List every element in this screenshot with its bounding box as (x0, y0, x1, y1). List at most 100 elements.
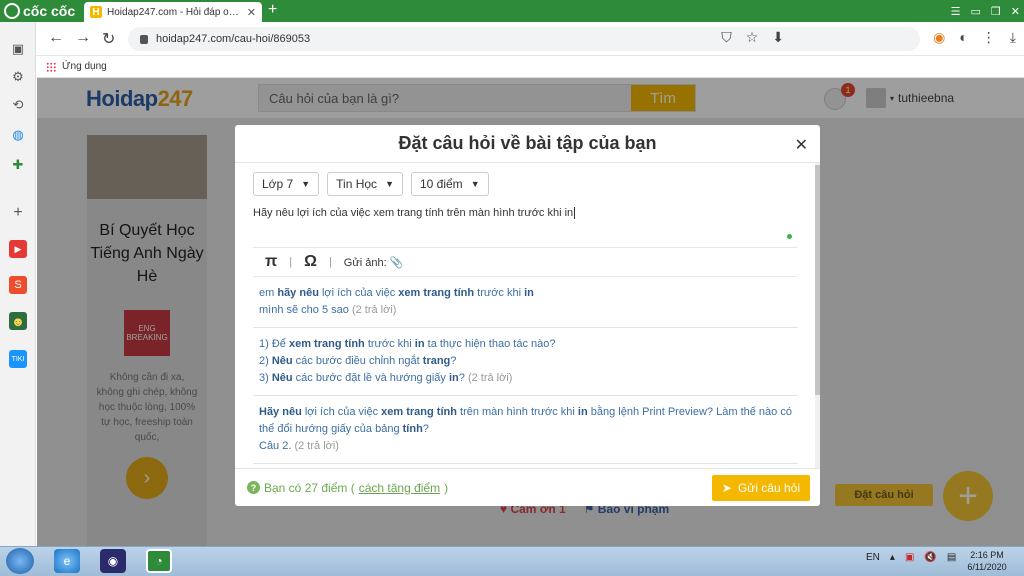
suggestion-text: Câu 2. (259, 440, 295, 452)
suggestion-text: tính (402, 423, 423, 435)
status-dot (787, 234, 792, 239)
suggestion-text: ? (450, 355, 457, 367)
bookmark-apps[interactable]: Ứng dụng (62, 61, 107, 72)
youtube-icon[interactable]: ▶ (9, 240, 27, 258)
reload-icon[interactable]: ↻ (102, 29, 115, 49)
clock[interactable]: 2:16 PM 6/11/2020 (962, 549, 1012, 573)
list-item[interactable]: em hãy nêu lợi ích của việc xem trang tí… (253, 277, 798, 328)
question-input[interactable]: Hãy nêu lợi ích của việc xem trang tính … (253, 207, 576, 220)
suggestion-text: in (524, 287, 534, 299)
suggestion-text: in (414, 338, 425, 350)
suggestion-text: các bước đặt lề và hướng giấy (292, 372, 449, 384)
suggestion-text: mình sẽ cho 5 sao (259, 304, 352, 316)
ask-question-modal: Đặt câu hỏi về bài tập của bạn ✕ Lớp 7 ▼ … (235, 125, 820, 506)
suggestion-text: xem trang tính (381, 406, 457, 418)
earn-points-link[interactable]: cách tăng điểm (359, 481, 440, 495)
more-menu-icon[interactable]: ⋮ (982, 29, 996, 46)
list-item[interactable]: 1) Để xem trang tính trước khi in ta thự… (253, 328, 798, 396)
settings-icon[interactable]: ⚙ (9, 68, 27, 86)
suggestion-text: ta thực hiện thao tác nào? (424, 338, 556, 350)
restore-icon[interactable]: ❐ (991, 5, 1001, 18)
scrollbar-thumb[interactable] (815, 165, 820, 395)
modal-title: Đặt câu hỏi về bài tập của bạn (235, 125, 820, 163)
downloads-icon[interactable]: ⤓ (1010, 29, 1016, 46)
paperclip-icon: 📎 (389, 256, 404, 269)
history-icon[interactable]: ⟲ (9, 96, 27, 114)
gamepad-icon[interactable]: ✚ (9, 156, 27, 174)
bookmarks-bar: Ứng dụng (0, 56, 1024, 78)
suggestion-text: em (259, 287, 278, 299)
send-question-button[interactable]: ➤ Gửi câu hỏi (711, 475, 810, 501)
attach-image-button[interactable]: Gửi ảnh: 📎 (344, 256, 404, 269)
new-tab-button[interactable]: + (268, 1, 277, 19)
editor-toolbar: π | Ω | Gửi ảnh: 📎 (253, 247, 798, 277)
suggestion-text: trước khi (364, 338, 415, 350)
suggestion-text: 2) (259, 355, 272, 367)
address-bar[interactable]: hoidap247.com/cau-hoi/869053 (128, 27, 920, 51)
extension-icon[interactable]: ◉ (933, 29, 945, 46)
list-item[interactable]: Hãy nêu lợi ích của việc xem trang tính … (253, 396, 798, 464)
attach-label: Gửi ảnh: (343, 256, 387, 269)
volume-icon[interactable]: 🔇 (924, 552, 936, 563)
window-controls: ☰ ▭ ❐ ✕ (951, 0, 1020, 22)
tiki-icon[interactable]: TIKI (9, 350, 27, 368)
close-icon[interactable]: ✕ (795, 135, 808, 155)
suggestion-text: Nêu (271, 355, 293, 367)
tray-chevron-icon[interactable]: ▴ (890, 552, 895, 563)
network-icon[interactable]: ▤ (947, 552, 956, 563)
suggestion-text: lợi ích của việc (301, 406, 382, 418)
subject-select[interactable]: Tin Học ▼ (327, 172, 403, 196)
shield-icon[interactable]: ⛉ (721, 29, 732, 46)
ie-icon[interactable]: e (54, 549, 80, 573)
modal-footer: ? Bạn có 27 điểm (cách tăng điểm) ➤ Gửi c… (235, 468, 820, 506)
suggestion-text: trước khi (474, 287, 525, 299)
send-icon: ➤ (721, 481, 732, 495)
start-button-icon[interactable] (6, 548, 34, 574)
apps-grid-icon[interactable] (46, 61, 56, 72)
minimize-icon[interactable]: ▭ (971, 5, 981, 18)
answer-count: (2 trả lời) (351, 304, 397, 316)
browser-brand[interactable]: cốc cốc (0, 0, 82, 22)
lock-icon (140, 34, 148, 44)
suggestion-text: trên màn hình trước khi (456, 406, 578, 418)
omega-icon[interactable]: Ω (304, 253, 317, 271)
question-options: Lớp 7 ▼ Tin Học ▼ 10 điểm ▼ (253, 172, 489, 196)
divider: | (328, 256, 332, 268)
game-app-icon[interactable]: ☻ (9, 312, 27, 330)
tab-hoidap247[interactable]: H Hoidap247.com - Hỏi đáp online n ✕ (84, 2, 262, 22)
download-page-icon[interactable]: ⬇ (772, 29, 784, 46)
forward-icon[interactable]: → (75, 29, 91, 47)
shopee-icon[interactable]: S (9, 276, 27, 294)
app-icon[interactable]: ◉ (100, 549, 126, 573)
sidebar-panel-icon[interactable]: ▣ (9, 40, 27, 58)
grade-value: Lớp 7 (262, 177, 294, 191)
add-sidebar-icon[interactable]: + (9, 204, 27, 222)
points-info: ? Bạn có 27 điểm (cách tăng điểm) (247, 481, 448, 495)
points-suffix: ) (444, 480, 449, 495)
answer-count: (2 trả lời) (294, 440, 339, 452)
coccoc-taskbar-icon[interactable]: ◔ (146, 549, 172, 573)
points-select[interactable]: 10 điểm ▼ (410, 172, 489, 196)
menu-icon[interactable]: ☰ (951, 5, 961, 18)
grade-select[interactable]: Lớp 7 ▼ (253, 172, 320, 196)
divider: | (289, 256, 293, 268)
hoidap-favicon-icon: H (90, 6, 102, 18)
tab-close-icon[interactable]: ✕ (247, 6, 256, 19)
back-icon[interactable]: ← (48, 29, 64, 47)
chevron-down-icon: ▼ (470, 179, 480, 189)
suggestion-text: 3) (259, 372, 272, 384)
math-pi-icon[interactable]: π (265, 253, 277, 271)
send-label: Gửi câu hỏi (737, 481, 800, 495)
language-indicator[interactable]: EN (866, 552, 880, 563)
bookmark-star-icon[interactable]: ☆ (746, 29, 759, 46)
suggestion-text: xem trang tính (288, 338, 365, 350)
messenger-icon[interactable]: ◍ (9, 126, 27, 144)
suggestion-text: xem trang tính (398, 287, 475, 299)
answer-count: (2 trả lời) (467, 372, 513, 384)
suggestion-text: Hãy nêu (259, 406, 302, 418)
antivirus-icon[interactable]: ▣ (905, 552, 914, 563)
tab-title: Hoidap247.com - Hỏi đáp online n (107, 6, 242, 18)
profile-icon[interactable]: ◐ (959, 29, 967, 46)
suggestion-text: trang (422, 355, 451, 367)
close-window-icon[interactable]: ✕ (1011, 5, 1020, 18)
